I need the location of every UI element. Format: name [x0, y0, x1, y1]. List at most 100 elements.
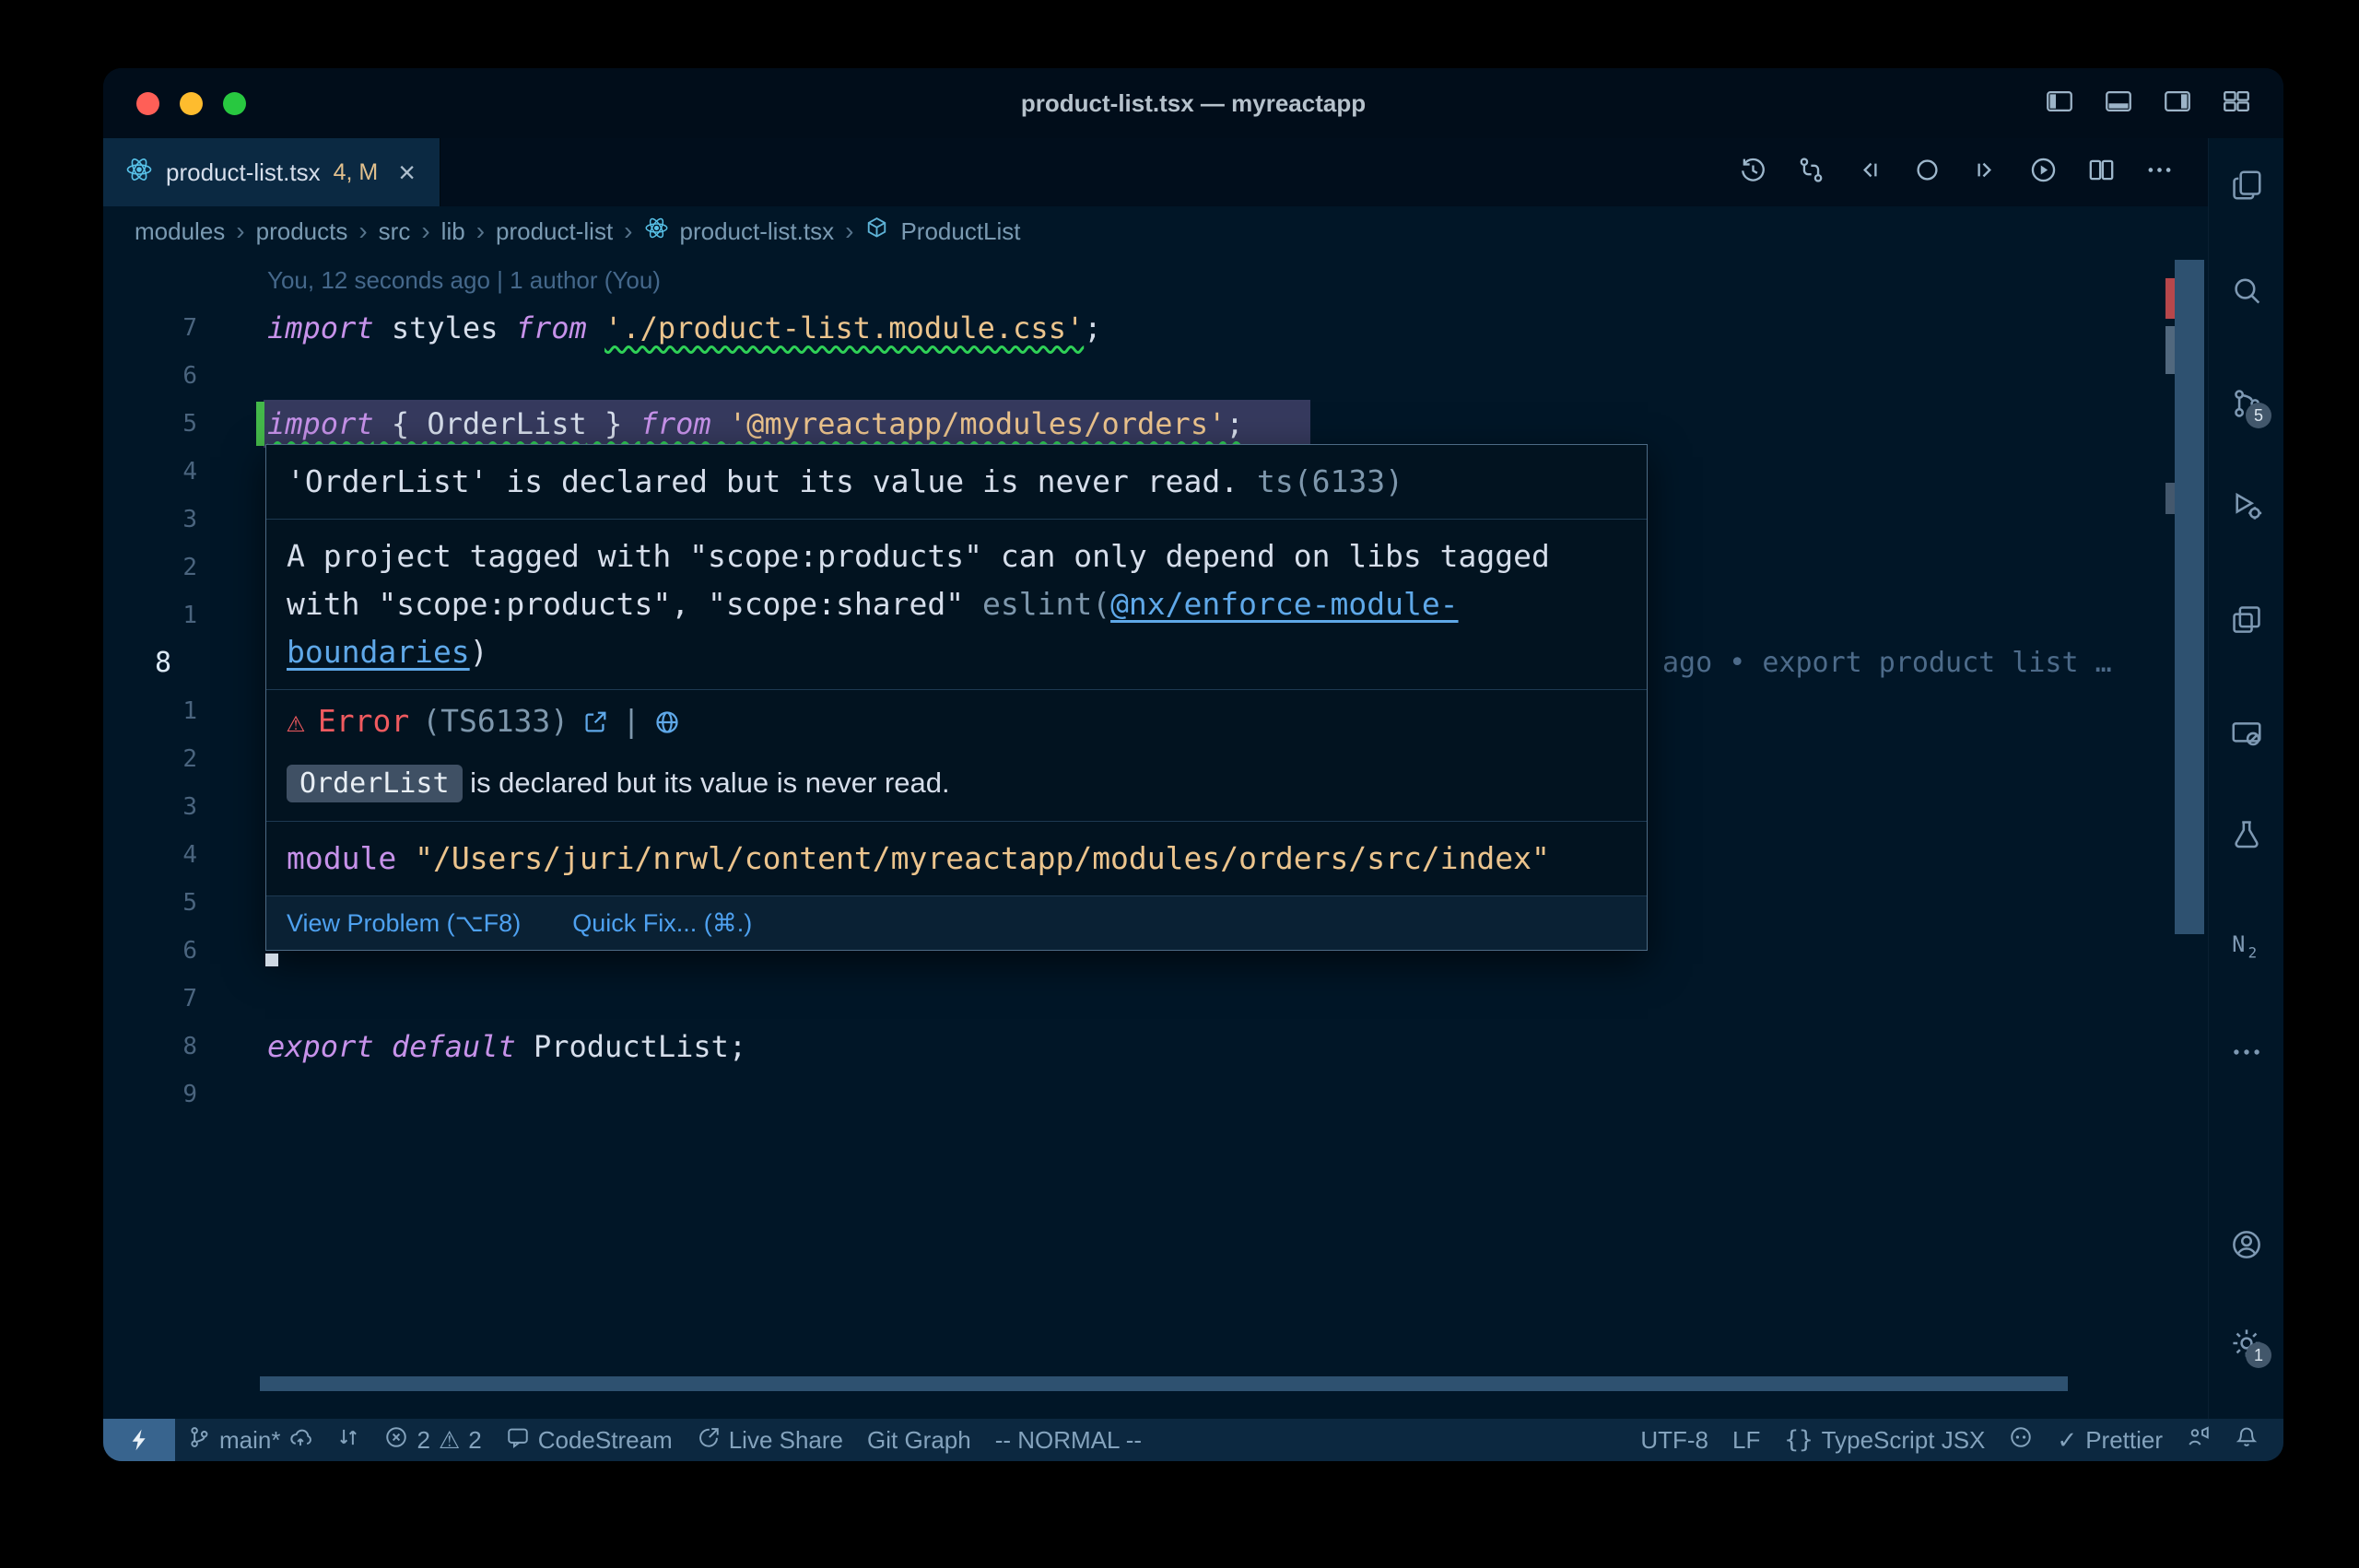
- vscode-window: product-list.tsx — myreactapp product-li…: [103, 68, 2283, 1461]
- step-forward-icon[interactable]: [1970, 155, 2001, 190]
- record-icon[interactable]: [1912, 155, 1942, 190]
- string-literal: './product-list.module.css': [604, 310, 1084, 345]
- quick-fix-link[interactable]: Quick Fix... (⌘.): [572, 907, 752, 939]
- breadcrumb-item[interactable]: src: [379, 217, 411, 246]
- breadcrumb-file[interactable]: product-list.tsx: [680, 217, 835, 246]
- layout-grid-icon[interactable]: [2221, 86, 2252, 122]
- current-line-number[interactable]: 8: [103, 639, 214, 687]
- vim-mode-indicator[interactable]: -- NORMAL --: [983, 1419, 1154, 1461]
- code-line-selected[interactable]: import { OrderList } from '@myreactapp/m…: [267, 400, 1244, 448]
- brackets-icon: {}: [1784, 1426, 1813, 1454]
- tab-close-icon[interactable]: ×: [398, 158, 416, 187]
- problems-status[interactable]: 2 ⚠ 2: [372, 1419, 493, 1461]
- source-control-icon[interactable]: 5: [2229, 386, 2264, 421]
- vertical-scrollbar[interactable]: [2175, 260, 2204, 934]
- more-views-icon[interactable]: [2229, 1035, 2264, 1070]
- layout-sidebar-right-icon[interactable]: [2162, 86, 2193, 122]
- prettier-status[interactable]: ✓Prettier: [2045, 1419, 2175, 1461]
- line-number[interactable]: 1: [103, 591, 214, 639]
- run-icon[interactable]: [2028, 155, 2059, 190]
- live-share-status[interactable]: Live Share: [685, 1419, 855, 1461]
- layout-panel-icon[interactable]: [2103, 86, 2134, 122]
- remote-screen-icon[interactable]: [2229, 718, 2264, 753]
- line-number[interactable]: 6: [103, 927, 214, 975]
- tab-product-list[interactable]: product-list.tsx 4, M ×: [103, 138, 440, 206]
- titlebar: product-list.tsx — myreactapp: [103, 68, 2283, 138]
- zoom-window-button[interactable]: [223, 92, 246, 115]
- horizontal-scrollbar[interactable]: [260, 1376, 2068, 1391]
- line-number[interactable]: 7: [103, 304, 214, 352]
- breadcrumb-symbol[interactable]: ProductList: [900, 217, 1020, 246]
- remote-indicator[interactable]: [103, 1419, 175, 1461]
- feedback-status[interactable]: [2175, 1419, 2223, 1461]
- split-editor-icon[interactable]: [2086, 155, 2117, 190]
- code-line[interactable]: import styles from './product-list.modul…: [267, 304, 1101, 352]
- line-number[interactable]: 8: [103, 1023, 214, 1071]
- open-external-icon[interactable]: [581, 708, 609, 735]
- chevron-right-icon: ›: [845, 216, 853, 246]
- copy-pages-icon[interactable]: [2229, 168, 2264, 203]
- minimize-window-button[interactable]: [180, 92, 203, 115]
- line-number[interactable]: 3: [103, 496, 214, 544]
- code-editor[interactable]: 7 6 5 4 3 2 1 8 1 2 3 4 5 6 7 8 9: [103, 256, 2208, 1419]
- identifier: OrderList: [427, 406, 586, 441]
- module-keyword: module: [287, 840, 396, 876]
- line-number[interactable]: 5: [103, 400, 214, 448]
- history-icon[interactable]: [1738, 155, 1768, 190]
- line-number[interactable]: 7: [103, 975, 214, 1023]
- breadcrumb-item[interactable]: lib: [441, 217, 465, 246]
- symbol-cube-icon: [864, 216, 889, 247]
- warning-icon: ⚠: [439, 1426, 460, 1455]
- branch-status[interactable]: main*: [175, 1419, 324, 1461]
- git-compare-icon[interactable]: [1796, 155, 1826, 190]
- breadcrumb-item[interactable]: product-list: [496, 217, 613, 246]
- view-problem-link[interactable]: View Problem (⌥F8): [287, 907, 521, 939]
- windows-restore-icon[interactable]: [2229, 603, 2264, 638]
- compare-status[interactable]: [324, 1419, 372, 1461]
- blame-annotation[interactable]: You, 12 seconds ago | 1 author (You): [267, 256, 661, 304]
- beaker-icon[interactable]: [2229, 817, 2264, 852]
- language-mode-status[interactable]: {}TypeScript JSX: [1772, 1419, 1997, 1461]
- line-number[interactable]: 4: [103, 831, 214, 879]
- keyword: import: [267, 406, 374, 441]
- eol-status[interactable]: LF: [1720, 1419, 1772, 1461]
- account-icon[interactable]: [2229, 1227, 2264, 1262]
- hover-resize-grip[interactable]: [265, 954, 278, 966]
- line-number[interactable]: 5: [103, 879, 214, 927]
- line-number[interactable]: 2: [103, 544, 214, 591]
- search-icon[interactable]: [2229, 274, 2264, 309]
- string-literal: '@myreactapp/modules/orders': [729, 406, 1226, 441]
- line-number[interactable]: 6: [103, 352, 214, 400]
- codestream-status[interactable]: CodeStream: [494, 1419, 685, 1461]
- chevron-right-icon: ›: [624, 216, 632, 246]
- notifications-status[interactable]: [2223, 1419, 2271, 1461]
- git-graph-status[interactable]: Git Graph: [855, 1419, 983, 1461]
- run-gear-icon[interactable]: [2229, 488, 2264, 523]
- step-back-icon[interactable]: [1854, 155, 1884, 190]
- tab-bar: product-list.tsx 4, M ×: [103, 138, 2208, 206]
- line-number[interactable]: 2: [103, 735, 214, 783]
- nx-console-icon[interactable]: N2: [2229, 927, 2264, 962]
- keyword: import: [267, 310, 374, 345]
- layout-sidebar-left-icon[interactable]: [2044, 86, 2075, 122]
- line-number[interactable]: 9: [103, 1071, 214, 1118]
- more-actions-icon[interactable]: [2144, 155, 2175, 190]
- line-number[interactable]: 1: [103, 687, 214, 735]
- breadcrumb-item[interactable]: products: [256, 217, 348, 246]
- react-icon: [644, 216, 669, 247]
- chevron-right-icon: ›: [358, 216, 367, 246]
- line-number[interactable]: 4: [103, 448, 214, 496]
- settings-gear-icon[interactable]: 1: [2229, 1326, 2264, 1361]
- warning-count: 2: [468, 1426, 481, 1455]
- breadcrumb-item[interactable]: modules: [135, 217, 225, 246]
- globe-icon[interactable]: [653, 708, 681, 735]
- error-circle-icon: [384, 1425, 408, 1456]
- line-number[interactable]: 3: [103, 783, 214, 831]
- traffic-lights: [136, 92, 246, 115]
- code-line[interactable]: export default ProductList;: [267, 1023, 746, 1071]
- encoding-status[interactable]: UTF-8: [1628, 1419, 1720, 1461]
- share-icon: [697, 1425, 721, 1456]
- copilot-status[interactable]: [1997, 1419, 2045, 1461]
- react-icon: [125, 156, 153, 190]
- close-window-button[interactable]: [136, 92, 159, 115]
